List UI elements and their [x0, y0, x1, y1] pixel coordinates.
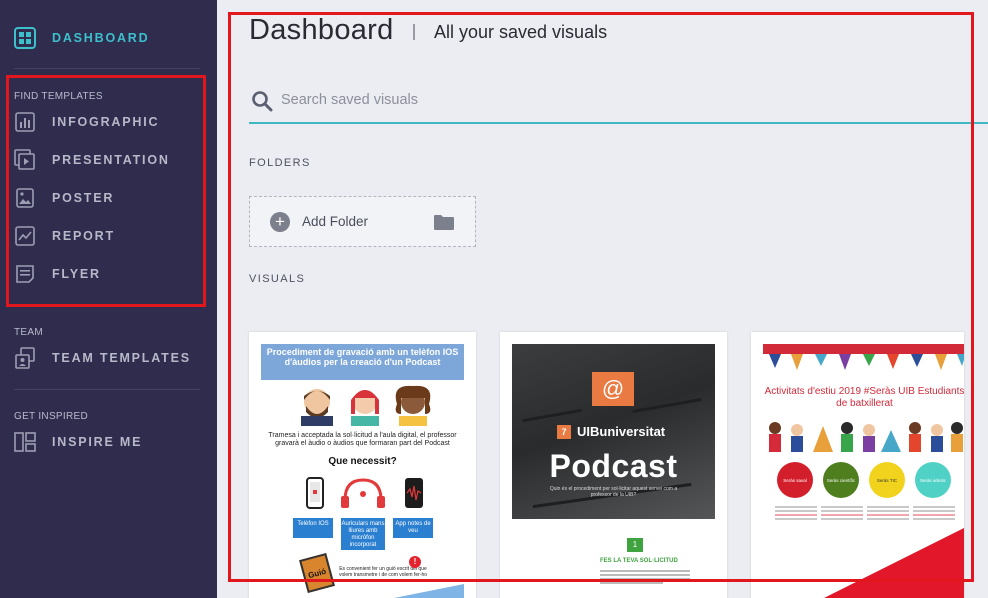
- sidebar-divider: [14, 68, 200, 69]
- sidebar-item-label: INSPIRE ME: [52, 435, 143, 449]
- sidebar-item-label: PRESENTATION: [52, 153, 170, 167]
- people-illustration: [287, 384, 443, 426]
- thumbnail-heading: Procediment de gravació amb un telèfon I…: [261, 344, 464, 380]
- visual-thumbnail: Procediment de gravació amb un telèfon I…: [261, 344, 464, 598]
- sidebar-item-label: REPORT: [52, 229, 115, 243]
- sidebar-item-presentation[interactable]: PRESENTATION: [14, 146, 170, 174]
- sidebar-item-label: POSTER: [52, 191, 115, 205]
- thumbnail-intro: Tramesa i acceptada la sol·licitud a l'a…: [268, 432, 457, 447]
- page-subtitle: All your saved visuals: [434, 22, 608, 42]
- sidebar-item-infographic[interactable]: INFOGRAPHIC: [14, 108, 159, 136]
- brand-name: UIBuniversitat: [577, 424, 666, 439]
- thumbnail-title: Podcast: [549, 448, 678, 484]
- flyer-icon: [14, 263, 36, 285]
- main-content: Dashboard All your saved visuals FOLDERS…: [217, 0, 988, 598]
- thumbnail-title: Activitats d'estiu 2019 #Seràs UIB Estud…: [764, 386, 964, 409]
- sidebar: DASHBOARD FIND TEMPLATES INFOGRAPHIC PRE…: [0, 0, 217, 598]
- step-number: 1: [627, 538, 643, 552]
- search-icon[interactable]: [251, 90, 273, 117]
- visual-card[interactable]: Activitats d'estiu 2019 #Seràs UIB Estud…: [751, 332, 964, 598]
- at-sign-icon: @: [592, 372, 634, 406]
- plus-icon: +: [270, 211, 290, 232]
- visual-card[interactable]: @ 7 UIBuniversitat Podcast Quin és el pro…: [500, 332, 727, 598]
- visual-thumbnail: Activitats d'estiu 2019 #Seràs UIB Estud…: [763, 344, 964, 598]
- sidebar-item-label: FLYER: [52, 267, 101, 281]
- find-templates-heading: FIND TEMPLATES: [14, 91, 103, 102]
- presentation-icon: [14, 149, 36, 171]
- sidebar-item-label: TEAM TEMPLATES: [52, 351, 191, 365]
- top-decoration: [763, 344, 964, 374]
- item-box: App notes de veu: [393, 518, 433, 538]
- corner-decoration: [824, 528, 964, 598]
- step-title: FES LA TEVA SOL·LICITUD: [600, 558, 678, 564]
- activity-circle: Seràs artistic: [915, 462, 951, 498]
- line-chart-icon: [14, 225, 36, 247]
- add-folder-label: Add Folder: [302, 214, 369, 229]
- folders-label: FOLDERS: [249, 157, 311, 169]
- warning-icon: !: [409, 556, 421, 568]
- activity-circle: Seràs TIC: [869, 462, 905, 498]
- search-bar: [249, 82, 988, 124]
- step-text-lines: [600, 568, 690, 586]
- thumbnail-note: Es convenient fer un guió escrit del que…: [338, 566, 428, 578]
- nav-dashboard-label: DASHBOARD: [52, 31, 150, 45]
- sidebar-item-inspire-me[interactable]: INSPIRE ME: [14, 428, 142, 456]
- script-badge: Guió: [299, 552, 335, 594]
- bar-chart-icon: [14, 111, 36, 133]
- thumbnail-caption: Quin és el procediment per sol·licitar a…: [549, 486, 678, 498]
- thumbnail-need-title: Que necessit?: [328, 456, 397, 467]
- get-inspired-heading: GET INSPIRED: [14, 411, 88, 422]
- item-box: Telèfon IOS: [293, 518, 333, 538]
- visual-card[interactable]: Procediment de gravació amb un telèfon I…: [249, 332, 476, 598]
- title-separator: [413, 24, 415, 40]
- visual-thumbnail: @ 7 UIBuniversitat Podcast Quin és el pro…: [512, 344, 715, 598]
- team-templates-icon: [14, 347, 36, 369]
- sidebar-item-label: INFOGRAPHIC: [52, 115, 160, 129]
- device-icons: [306, 477, 423, 509]
- sidebar-item-flyer[interactable]: FLYER: [14, 260, 101, 288]
- item-box: Auriculars mans lliures amb micròfon inc…: [341, 518, 385, 550]
- visuals-label: VISUALS: [249, 273, 306, 285]
- activity-circle: Seràs saval: [777, 462, 813, 498]
- poster-image-icon: [14, 187, 36, 209]
- dashboard-icon: [14, 27, 36, 49]
- page-title: Dashboard: [249, 14, 394, 46]
- activity-circle: Seràs científic: [823, 462, 859, 498]
- grid-layout-icon: [14, 431, 36, 453]
- people-band-illustration: [763, 414, 964, 456]
- folder-icon: [433, 214, 455, 236]
- search-input[interactable]: [281, 88, 881, 112]
- brand-logo: 7 UIBuniversitat: [557, 424, 665, 439]
- nav-dashboard[interactable]: DASHBOARD: [14, 24, 149, 52]
- column-text-lines: [821, 504, 863, 522]
- team-heading: TEAM: [14, 327, 43, 338]
- sidebar-divider: [14, 389, 200, 390]
- column-text-lines: [775, 504, 817, 522]
- column-text-lines: [867, 504, 909, 522]
- sidebar-item-team-templates[interactable]: TEAM TEMPLATES: [14, 344, 191, 372]
- column-text-lines: [913, 504, 955, 522]
- add-folder-button[interactable]: + Add Folder: [249, 196, 476, 247]
- corner-decoration: [394, 584, 464, 598]
- sidebar-item-report[interactable]: REPORT: [14, 222, 115, 250]
- sidebar-item-poster[interactable]: POSTER: [14, 184, 114, 212]
